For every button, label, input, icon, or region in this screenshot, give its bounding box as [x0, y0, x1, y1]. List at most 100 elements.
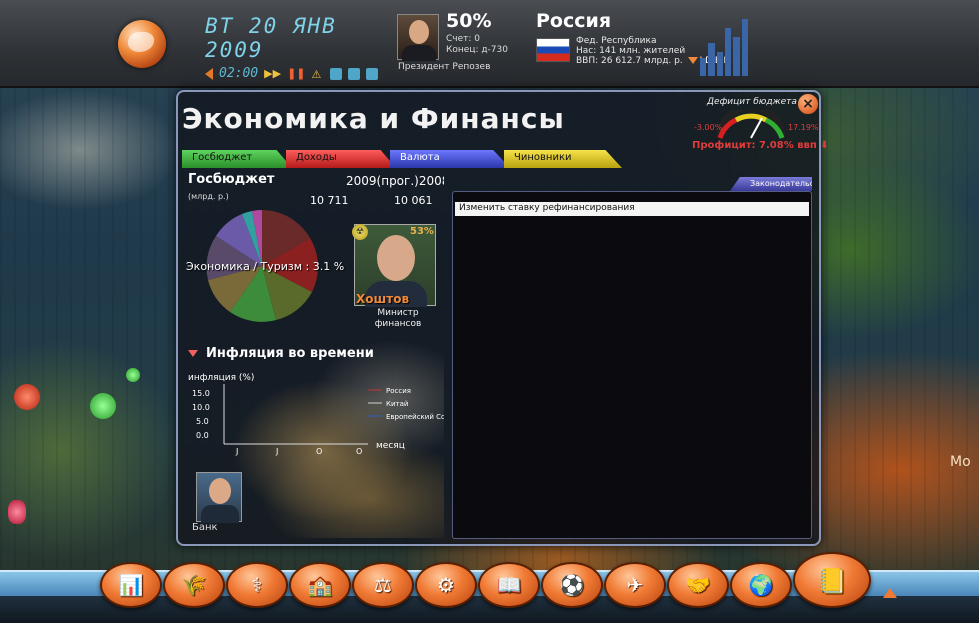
economy-icon: 📊 — [118, 573, 144, 597]
minister-score: 53% — [410, 226, 434, 237]
foreign-affairs-button[interactable]: 🤝 — [667, 562, 729, 608]
idem-arrow-icon[interactable] — [687, 57, 698, 64]
inflation-title[interactable]: Инфляция во времени — [188, 346, 374, 361]
x-tick-3: O — [316, 447, 322, 456]
planner-icon: 📒 — [817, 567, 847, 595]
president-portrait[interactable] — [397, 14, 439, 61]
score-text: Счет: 0 — [446, 34, 481, 44]
x-axis-label: месяц — [376, 441, 405, 451]
budget-unit: (млрд. р.) — [188, 192, 229, 201]
culture-ministry-button[interactable]: 📖 — [478, 562, 540, 608]
map-marker-green-small[interactable] — [126, 368, 140, 382]
stats-bars-icon[interactable] — [700, 16, 748, 76]
environment-ministry-button[interactable]: 🌍 — [730, 562, 792, 608]
message-icon-3[interactable] — [365, 67, 378, 80]
gauge-min: -3.00% — [694, 123, 723, 132]
map-marker-green[interactable] — [90, 393, 116, 419]
bank-label: Банк — [192, 522, 218, 533]
y-axis-label: инфляция (%) — [188, 373, 254, 383]
x-tick-4: O — [356, 447, 362, 456]
y-tick-15: 15.0 — [192, 389, 210, 398]
minister-emblem-icon: ☢ — [352, 224, 368, 240]
budget-title: Госбюджет — [188, 172, 275, 187]
president-name: Президент Репозев — [398, 62, 491, 72]
message-icon-2[interactable] — [347, 67, 360, 80]
industry-ministry-button[interactable]: ⚙ — [415, 562, 477, 608]
deficit-gauge — [716, 110, 786, 139]
fast-forward-icon[interactable]: ▶▶ — [264, 67, 281, 80]
legislation-list[interactable]: Изменить ставку рефинансирования — [452, 191, 812, 539]
game-time: 02:00 — [219, 66, 259, 81]
sports-icon: ⚽ — [559, 573, 585, 597]
pause-icon[interactable]: ❚❚ — [287, 67, 305, 80]
gauge-max: 17.19% — [788, 123, 819, 132]
budget-profit: Профицит: 7.08% ввп ⬇ — [692, 140, 829, 151]
term-text: Конец: д-730 — [446, 45, 508, 55]
agenda-button[interactable]: 📒 — [793, 552, 871, 608]
transport-ministry-button[interactable]: ✈ — [604, 562, 666, 608]
ministry-toolbar: 📊 🌾 ⚕ 🏫 ⚖ ⚙ 📖 ⚽ ✈ 🤝 🌍 📒 — [100, 552, 871, 612]
legend-china: Китай — [386, 400, 408, 408]
score-info: Счет: 0 Конец: д-730 — [446, 34, 508, 56]
list-item[interactable]: Изменить ставку рефинансирования — [455, 202, 809, 216]
map-marker-red[interactable] — [14, 384, 40, 410]
culture-icon: 📖 — [496, 573, 522, 597]
agriculture-ministry-button[interactable]: 🌾 — [163, 562, 225, 608]
y-tick-0: 0.0 — [196, 431, 209, 440]
justice-ministry-button[interactable]: ⚖ — [352, 562, 414, 608]
panel-title: Экономика и Финансы — [182, 102, 565, 135]
education-icon: 🏫 — [307, 573, 333, 597]
map-edge-label: Мо — [950, 454, 971, 470]
agriculture-icon: 🌾 — [181, 573, 207, 597]
minister-name[interactable]: Хоштов — [356, 292, 409, 306]
gdp: ВВП: 26 612.7 млрд. р. — [576, 56, 683, 66]
toolbar-expand-arrow-icon[interactable] — [883, 588, 897, 598]
map-marker-pink[interactable] — [8, 500, 26, 524]
budget-pane: Госбюджет (млрд. р.) 2009(прог.)2008 10 … — [182, 170, 444, 538]
y-tick-10: 10.0 — [192, 403, 210, 412]
collapse-arrow-icon[interactable] — [188, 350, 198, 357]
x-tick-1: J — [235, 447, 238, 456]
profit-arrow-icon: ⬇ — [820, 140, 829, 151]
justice-icon: ⚖ — [374, 573, 392, 597]
y-tick-5: 5.0 — [196, 417, 209, 426]
education-ministry-button[interactable]: 🏫 — [289, 562, 351, 608]
transport-icon: ✈ — [626, 573, 644, 597]
minister-role: Министр финансов — [374, 308, 422, 329]
tab-revenues[interactable]: Доходы — [286, 150, 396, 168]
tab-currency[interactable]: Валюта — [390, 150, 510, 168]
russia-flag-icon[interactable] — [536, 38, 570, 62]
game-date: ВТ 20 ЯНВ 2009 — [205, 14, 337, 62]
budget-value-2008: 10 061 — [394, 194, 433, 207]
slower-icon[interactable] — [205, 67, 213, 80]
health-ministry-button[interactable]: ⚕ — [226, 562, 288, 608]
legend-eu: Европейский Союз — [386, 413, 444, 421]
tab-budget[interactable]: Госбюджет — [182, 150, 292, 168]
country-name: Россия — [536, 10, 612, 32]
tab-officials[interactable]: Чиновники — [504, 150, 622, 168]
pie-hover-label: Экономика / Туризм : 3.1 % — [186, 260, 345, 273]
legend-russia: Россия — [386, 387, 411, 395]
date-time-box: ВТ 20 ЯНВ 2009 02:00 ▶▶ ❚❚ ⚠ — [205, 14, 385, 81]
inflation-title-text: Инфляция во времени — [206, 346, 374, 361]
industry-icon: ⚙ — [437, 573, 455, 597]
x-tick-2: J — [275, 447, 278, 456]
budget-profit-text: Профицит: 7.08% ввп — [692, 140, 817, 151]
approval-rating: 50% — [446, 10, 492, 32]
deficit-label: Дефицит бюджета — [707, 97, 797, 107]
globe-icon[interactable] — [118, 20, 166, 68]
budget-years: 2009(прог.)2008 — [346, 174, 444, 188]
sports-ministry-button[interactable]: ⚽ — [541, 562, 603, 608]
top-hud: ВТ 20 ЯНВ 2009 02:00 ▶▶ ❚❚ ⚠ 50% Счет: 0… — [0, 0, 979, 88]
time-controls: 02:00 ▶▶ ❚❚ ⚠ — [205, 66, 385, 81]
handshake-icon: 🤝 — [685, 573, 711, 597]
close-button[interactable]: × — [797, 93, 819, 115]
message-icon-1[interactable] — [329, 67, 342, 80]
economy-ministry-button[interactable]: 📊 — [100, 562, 162, 608]
globe-hands-icon: 🌍 — [748, 573, 774, 597]
tab-legislation[interactable]: Законодательство — [730, 177, 812, 191]
inflation-chart: инфляция (%) 15.0 10.0 5.0 0.0 J J O O м… — [188, 373, 444, 456]
alert-icon[interactable]: ⚠ — [312, 68, 324, 81]
central-bank-photo[interactable] — [196, 472, 242, 523]
health-icon: ⚕ — [251, 573, 263, 597]
